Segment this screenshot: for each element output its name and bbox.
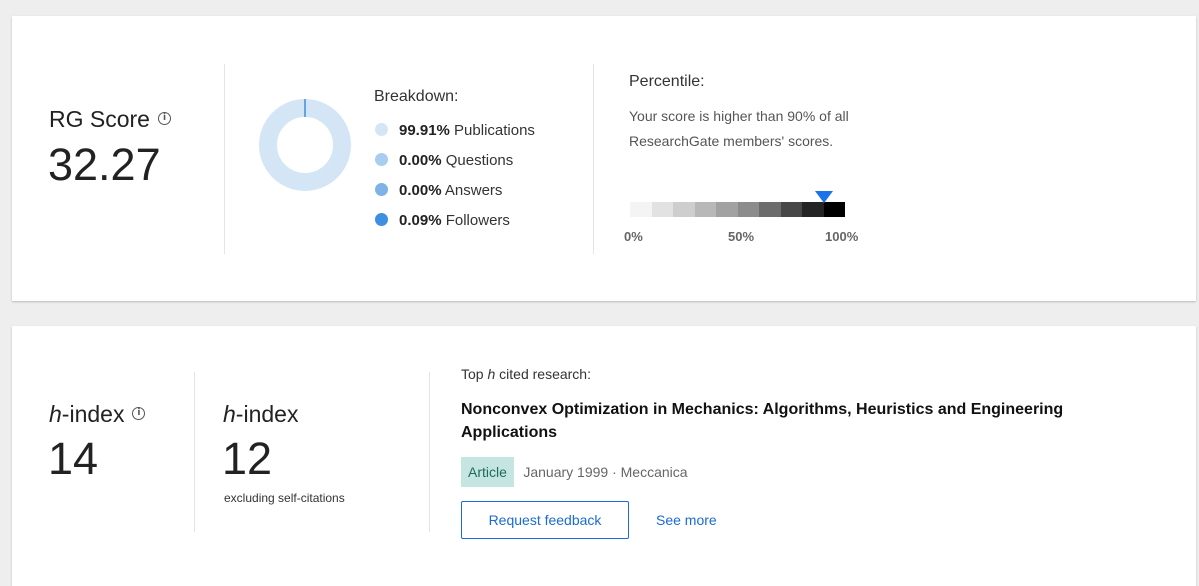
paper-meta-row: Article January 1999 · Meccanica xyxy=(461,457,688,487)
percentile-title: Percentile: xyxy=(629,73,705,90)
breakdown-item-publications: 99.91% Publications xyxy=(375,122,535,139)
tick-0: 0% xyxy=(624,229,643,244)
see-more-link[interactable]: See more xyxy=(656,512,717,528)
publications-dot xyxy=(375,123,388,136)
h-index-label: h-index i xyxy=(49,401,146,428)
info-icon[interactable]: i xyxy=(132,407,146,421)
rg-score-card: RG Score i 32.27 Breakdown: 99.91% Public… xyxy=(12,16,1196,301)
answers-dot xyxy=(375,183,388,196)
rg-score-label: RG Score i xyxy=(49,106,171,133)
divider xyxy=(429,372,430,532)
request-feedback-button[interactable]: Request feedback xyxy=(461,501,629,539)
article-badge: Article xyxy=(461,457,514,487)
percentile-bar xyxy=(630,202,845,217)
percentile-scale xyxy=(630,191,845,217)
h-index-excl-note: excluding self-citations xyxy=(224,491,345,505)
tick-100: 100% xyxy=(825,229,859,244)
questions-dot xyxy=(375,153,388,166)
donut-ring-publications xyxy=(259,99,351,191)
tick-50: 50% xyxy=(728,229,755,244)
breakdown-item-answers: 0.00% Answers xyxy=(375,182,502,199)
percentile-text: Your score is higher than 90% of all Res… xyxy=(629,108,849,149)
divider xyxy=(194,372,195,532)
rg-score-value: 32.27 xyxy=(48,139,161,190)
breakdown-title: Breakdown: xyxy=(374,88,459,105)
top-research-title: Top h cited research: xyxy=(461,366,591,382)
paper-title-link[interactable]: Nonconvex Optimization in Mechanics: Alg… xyxy=(461,398,1161,444)
info-icon[interactable]: i xyxy=(157,112,171,126)
breakdown-item-questions: 0.00% Questions xyxy=(375,152,513,169)
h-index-excl-label: h-index xyxy=(223,401,299,427)
followers-dot xyxy=(375,213,388,226)
h-index-value: 14 xyxy=(48,433,99,484)
percentile-marker xyxy=(814,191,833,203)
paper-meta: January 1999 · Meccanica xyxy=(523,464,688,480)
divider xyxy=(224,64,225,254)
divider xyxy=(593,64,594,254)
breakdown-item-followers: 0.09% Followers xyxy=(375,212,510,229)
h-index-card: h-index i 14 h-index 12 excluding self-ci… xyxy=(12,326,1196,586)
breakdown-donut xyxy=(259,99,351,191)
h-index-excl-value: 12 xyxy=(222,433,273,484)
